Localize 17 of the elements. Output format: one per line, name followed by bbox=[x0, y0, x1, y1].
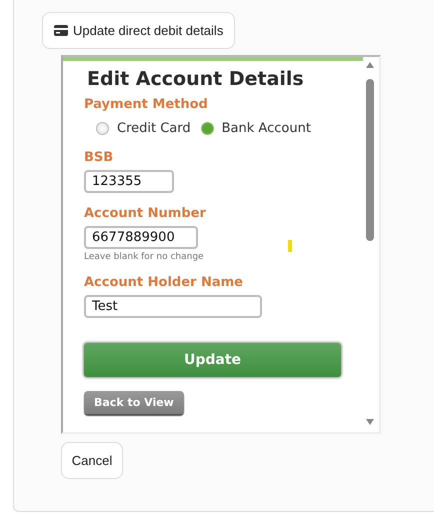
field-label: Account Holder Name bbox=[84, 275, 243, 291]
hint-text: Leave blank for no change bbox=[84, 252, 204, 262]
field-label: Payment Method bbox=[84, 97, 208, 113]
radio-button[interactable] bbox=[200, 122, 214, 135]
radio-button[interactable] bbox=[96, 122, 109, 135]
radio-label[interactable]: Credit Card bbox=[117, 121, 191, 136]
field-label: Account Number bbox=[84, 206, 206, 222]
input-field[interactable]: 123355 bbox=[84, 170, 174, 193]
field-label: BSB bbox=[84, 150, 114, 166]
form-title: Edit Account Details bbox=[87, 67, 305, 91]
input-field[interactable]: Test bbox=[84, 295, 262, 318]
cancel-button[interactable]: Cancel bbox=[61, 442, 123, 479]
input-field[interactable]: 6677889900 bbox=[84, 226, 198, 249]
card-icon bbox=[54, 25, 68, 36]
cursor-mark bbox=[288, 240, 292, 252]
radio-label[interactable]: Bank Account bbox=[222, 121, 311, 136]
update-details-button[interactable]: Update direct debit details bbox=[42, 12, 236, 49]
